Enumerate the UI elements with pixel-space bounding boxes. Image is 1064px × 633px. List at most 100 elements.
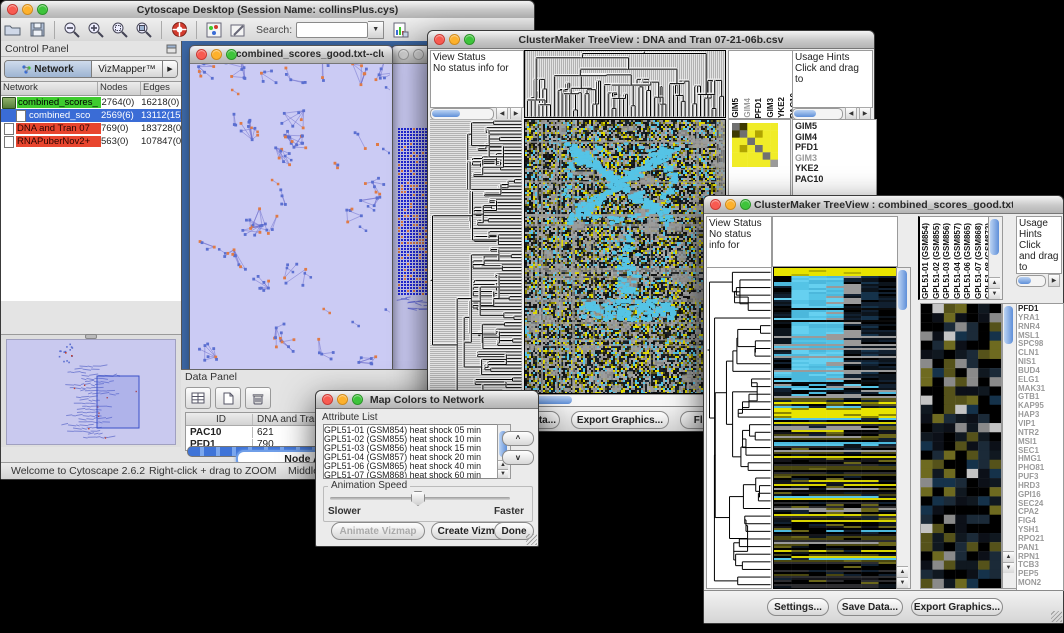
save-session-button[interactable] bbox=[26, 20, 48, 39]
close-button[interactable] bbox=[322, 394, 333, 405]
settings-button[interactable]: Settings... bbox=[767, 598, 829, 616]
genelist-scrollbar[interactable]: ▲ ▼ bbox=[1002, 303, 1017, 589]
close-button[interactable] bbox=[710, 199, 721, 210]
zoom-button[interactable] bbox=[352, 394, 363, 405]
gene-label[interactable]: GIM3 bbox=[795, 153, 874, 164]
animate-vizmap-button[interactable]: Animate Vizmap bbox=[331, 522, 425, 540]
gene-label[interactable]: PFD1 bbox=[795, 142, 874, 153]
save-data-button[interactable]: Save Data... bbox=[837, 598, 903, 616]
birds-eye-view-canvas[interactable] bbox=[6, 339, 176, 445]
scroll-down-icon[interactable]: ▼ bbox=[1003, 562, 1014, 573]
network-view-canvas[interactable] bbox=[190, 64, 390, 369]
open-file-button[interactable] bbox=[2, 20, 24, 39]
gene-label[interactable]: GIM5 bbox=[795, 121, 874, 132]
id-column-header[interactable]: ID bbox=[186, 414, 253, 425]
close-button[interactable] bbox=[196, 49, 207, 60]
network-row[interactable]: combined_scores_2764(0)16218(0) bbox=[1, 96, 181, 109]
gene-label[interactable]: GIM4 bbox=[795, 132, 874, 143]
tab-overflow-button[interactable]: ▶ bbox=[163, 61, 177, 77]
zoom-button[interactable] bbox=[226, 49, 237, 60]
network-view-titlebar[interactable]: combined_scores_good.txt--cluste... bbox=[190, 46, 392, 64]
minimize-button[interactable] bbox=[211, 49, 222, 60]
zoom-selected-button[interactable] bbox=[109, 20, 131, 39]
row-dendrogram-canvas[interactable] bbox=[430, 119, 522, 405]
export-graphics-button[interactable]: Export Graphics... bbox=[571, 411, 669, 429]
minimize-button[interactable] bbox=[449, 34, 460, 45]
scroll-down-icon[interactable]: ▼ bbox=[897, 577, 908, 588]
minimize-button[interactable] bbox=[725, 199, 736, 210]
search-input[interactable] bbox=[296, 22, 368, 38]
column-label: GPL51-01 (GSM854) bbox=[921, 223, 931, 299]
treeview-dna-titlebar[interactable]: ClusterMaker TreeView : DNA and Tran 07-… bbox=[428, 31, 874, 49]
resize-grip[interactable] bbox=[1051, 611, 1062, 622]
minimize-button[interactable] bbox=[337, 394, 348, 405]
column-dendrogram-area[interactable] bbox=[772, 216, 898, 267]
scroll-up-icon[interactable]: ▲ bbox=[1003, 551, 1014, 562]
labels-scrollbar[interactable]: ▲ ▼ bbox=[988, 216, 1003, 300]
zoom-button[interactable] bbox=[37, 4, 48, 15]
tab-vizmapper[interactable]: VizMapper™ bbox=[92, 61, 163, 77]
close-button[interactable] bbox=[434, 34, 445, 45]
dialog-titlebar[interactable]: Map Colors to Network bbox=[316, 391, 538, 409]
gene-label[interactable]: PAC10 bbox=[795, 174, 874, 185]
main-titlebar[interactable]: Cytoscape Desktop (Session Name: collins… bbox=[1, 1, 534, 19]
treeview-combined-titlebar[interactable]: ClusterMaker TreeView : combined_scores_… bbox=[704, 196, 1063, 214]
zoom-in-button[interactable] bbox=[85, 20, 107, 39]
scroll-pill[interactable] bbox=[1016, 275, 1046, 287]
network-row[interactable]: DNA and Tran 07769(0)183728(0) bbox=[1, 122, 181, 135]
network-view-title: combined_scores_good.txt--cluste... bbox=[236, 49, 384, 60]
usage-hints-scrollbar[interactable]: ▶ bbox=[1016, 274, 1060, 287]
report-button[interactable] bbox=[390, 20, 412, 39]
fit-content-button[interactable] bbox=[133, 20, 155, 39]
attribute-list-item[interactable]: GPL51-02 (GSM855) heat shock 10 min bbox=[324, 434, 498, 443]
close-button[interactable] bbox=[7, 4, 18, 15]
scroll-right-icon[interactable]: ▶ bbox=[1048, 274, 1060, 287]
new-attribute-button[interactable] bbox=[215, 387, 241, 409]
attribute-list-item[interactable]: GPL51-07 (GSM868) heat shock 60 min bbox=[324, 470, 498, 479]
float-panel-icon[interactable] bbox=[166, 44, 177, 54]
col-nodes[interactable]: Nodes bbox=[98, 82, 141, 95]
network-row[interactable]: RNAPuberNov2+563(0)107847(0) bbox=[1, 135, 181, 148]
correlation-matrix-canvas[interactable] bbox=[732, 123, 778, 167]
resize-grip[interactable] bbox=[526, 534, 537, 545]
attribute-list-item[interactable]: GPL51-06 (GSM865) heat shock 40 min bbox=[324, 461, 498, 470]
network-name: combined_sco bbox=[28, 110, 101, 121]
zoom-heatmap-canvas[interactable] bbox=[920, 303, 1002, 589]
gene-label[interactable]: YKE2 bbox=[795, 163, 874, 174]
map-colors-dialog: Map Colors to Network Attribute List GPL… bbox=[315, 390, 539, 547]
zoom-button[interactable] bbox=[464, 34, 475, 45]
scroll-up-icon[interactable]: ▲ bbox=[897, 566, 908, 577]
col-edges[interactable]: Edges bbox=[141, 82, 181, 95]
export-graphics-button[interactable]: Export Graphics... bbox=[911, 598, 1003, 616]
search-dropdown-button[interactable]: ▼ bbox=[368, 21, 384, 39]
network-row[interactable]: combined_sco2569(6)13112(15) bbox=[1, 109, 181, 122]
help-lifebuoy-button[interactable] bbox=[168, 20, 190, 39]
col-network[interactable]: Network bbox=[1, 82, 98, 95]
heatmap-canvas[interactable] bbox=[524, 119, 726, 394]
plugin-manager-button[interactable] bbox=[203, 20, 225, 39]
close-button[interactable] bbox=[398, 49, 409, 60]
row-dendrogram-canvas[interactable] bbox=[706, 267, 772, 589]
scroll-down-icon[interactable]: ▼ bbox=[498, 469, 508, 478]
attribute-grid-button[interactable] bbox=[185, 387, 211, 409]
scroll-pill[interactable] bbox=[430, 108, 494, 120]
minimize-button[interactable] bbox=[22, 4, 33, 15]
attribute-list-item[interactable]: GPL51-03 (GSM856) heat shock 15 min bbox=[324, 443, 498, 452]
scroll-pill[interactable] bbox=[792, 108, 843, 120]
attribute-list-item[interactable]: GPL51-01 (GSM854) heat shock 05 min bbox=[324, 425, 498, 434]
scroll-up-icon[interactable]: ▲ bbox=[989, 277, 1000, 288]
zoom-out-button[interactable] bbox=[61, 20, 83, 39]
tab-network[interactable]: Network bbox=[5, 61, 92, 77]
heatmap-canvas[interactable] bbox=[773, 267, 897, 589]
annotation-button[interactable] bbox=[227, 20, 249, 39]
column-dendrogram-canvas[interactable] bbox=[524, 50, 726, 118]
attribute-list-item[interactable]: GPL51-04 (GSM857) heat shock 20 min bbox=[324, 452, 498, 461]
scroll-down-icon[interactable]: ▼ bbox=[989, 288, 1000, 299]
move-down-button[interactable]: v bbox=[502, 450, 534, 465]
zoom-button[interactable] bbox=[740, 199, 751, 210]
minimize-button[interactable] bbox=[413, 49, 424, 60]
heatmap-v-scrollbar[interactable]: ▲ ▼ bbox=[896, 267, 911, 589]
delete-attribute-button[interactable] bbox=[245, 387, 271, 409]
move-up-button[interactable]: ^ bbox=[502, 431, 534, 446]
gene-label[interactable]: MON2 bbox=[1018, 579, 1062, 588]
